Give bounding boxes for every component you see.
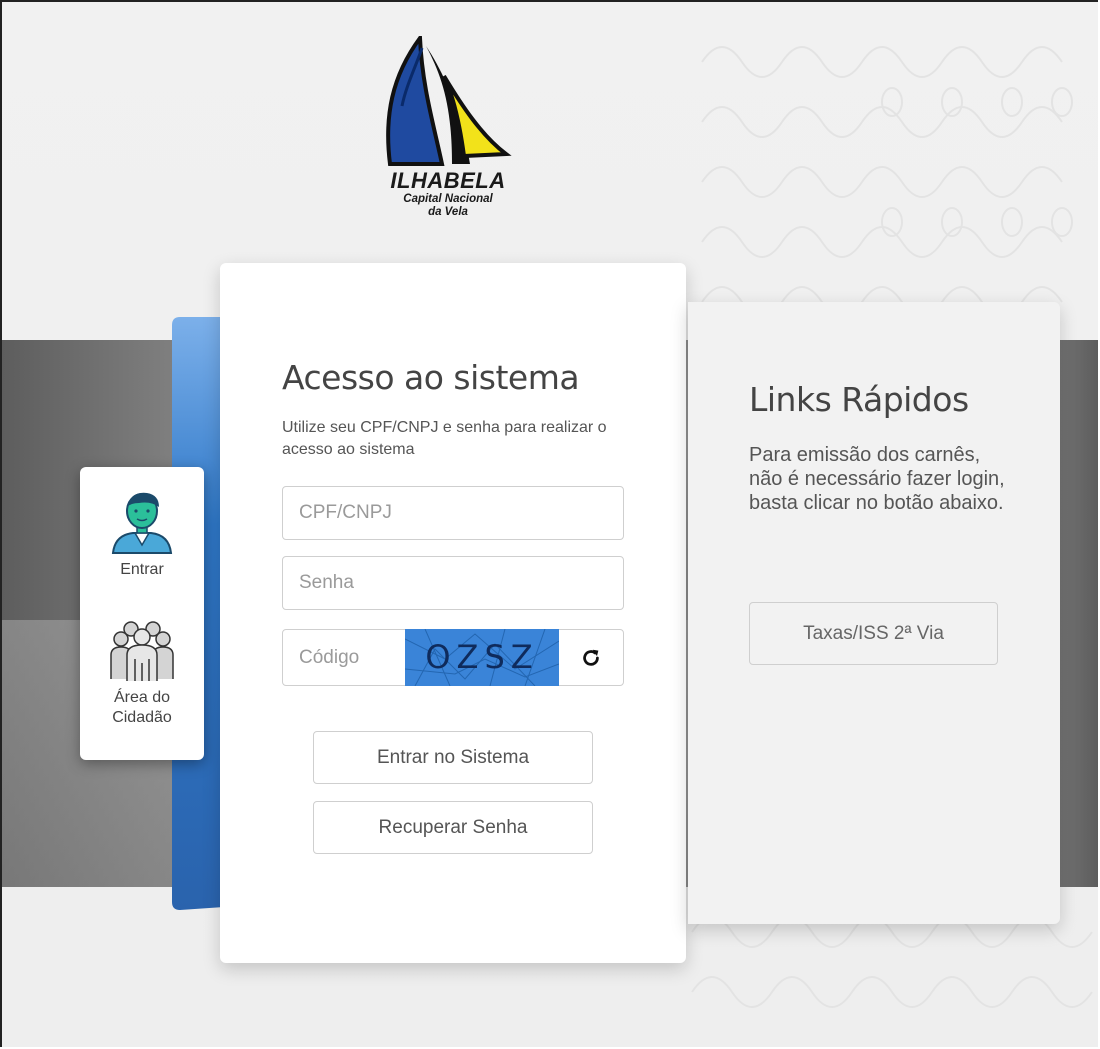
- menu-item-label-area-line1: Área do: [113, 689, 171, 706]
- login-description: Utilize seu CPF/CNPJ e senha para realiz…: [282, 419, 607, 458]
- logo-subtitle: Capital Nacional: [403, 193, 493, 205]
- ilhabela-logo: ILHABELA Capital Nacional da Vela: [382, 36, 514, 236]
- side-menu: Entrar Área do Cidadão: [80, 467, 204, 760]
- refresh-icon: [583, 649, 599, 666]
- cpf-cnpj-field: [282, 486, 624, 540]
- senha-input[interactable]: [283, 557, 623, 609]
- quick-links-card: Links Rápidos Para emissão dos carnês, n…: [688, 302, 1060, 924]
- menu-item-label-entrar: Entrar: [120, 561, 164, 578]
- menu-item-label-area-line2: Cidadão: [112, 709, 172, 726]
- login-card: Acesso ao sistema Utilize seu CPF/CNPJ e…: [220, 263, 686, 963]
- entrar-no-sistema-button[interactable]: Entrar no Sistema: [313, 731, 593, 784]
- codigo-input[interactable]: [283, 630, 405, 685]
- captcha-image: OZSZ: [405, 629, 559, 686]
- login-title: Acesso ao sistema: [282, 358, 580, 397]
- sailboat-logo-icon: [386, 36, 512, 166]
- user-icon: [111, 492, 173, 554]
- menu-item-entrar[interactable]: Entrar: [80, 489, 204, 580]
- page-frame: ILHABELA Capital Nacional da Vela Entrar…: [0, 0, 1098, 1047]
- taxas-iss-button[interactable]: Taxas/ISS 2ª Via: [749, 602, 998, 665]
- captcha-text: OZSZ: [425, 638, 539, 676]
- logo-title: ILHABELA: [390, 168, 506, 193]
- logo-subtitle-2: da Vela: [428, 206, 468, 218]
- quick-links-title: Links Rápidos: [749, 380, 969, 419]
- quick-links-description: Para emissão dos carnês, não é necessári…: [749, 444, 1005, 514]
- citizens-group-icon: [110, 621, 174, 681]
- refresh-captcha-button[interactable]: [559, 630, 623, 685]
- cpf-cnpj-input[interactable]: [283, 487, 623, 539]
- recuperar-senha-button[interactable]: Recuperar Senha: [313, 801, 593, 854]
- codigo-field: OZSZ: [282, 629, 624, 686]
- menu-item-area-do-cidadao[interactable]: Área do Cidadão: [80, 617, 204, 728]
- senha-field: [282, 556, 624, 610]
